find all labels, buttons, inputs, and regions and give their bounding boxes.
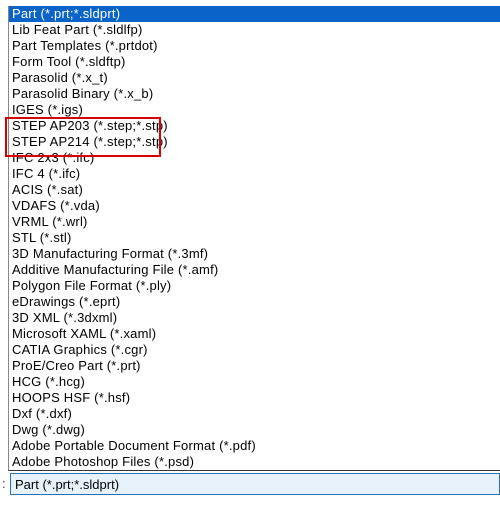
file-type-option[interactable]: eDrawings (*.eprt)	[9, 294, 500, 310]
file-type-combobox[interactable]: Part (*.prt;*.sldprt)	[10, 473, 500, 495]
file-type-option[interactable]: Part Templates (*.prtdot)	[9, 38, 500, 54]
file-type-option[interactable]: 3D Manufacturing Format (*.3mf)	[9, 246, 500, 262]
file-type-option[interactable]: 3D XML (*.3dxml)	[9, 310, 500, 326]
file-type-option[interactable]: Microsoft XAML (*.xaml)	[9, 326, 500, 342]
file-type-option[interactable]: Part (*.prt;*.sldprt)	[9, 6, 500, 22]
file-type-option[interactable]: STEP AP214 (*.step;*.stp)	[9, 134, 500, 150]
file-type-option[interactable]: ACIS (*.sat)	[9, 182, 500, 198]
file-type-option[interactable]: Parasolid Binary (*.x_b)	[9, 86, 500, 102]
file-type-option[interactable]: IFC 4 (*.ifc)	[9, 166, 500, 182]
file-type-option[interactable]: HCG (*.hcg)	[9, 374, 500, 390]
file-type-row: : Part (*.prt;*.sldprt)	[0, 473, 500, 495]
file-type-option[interactable]: STEP AP203 (*.step;*.stp)	[9, 118, 500, 134]
file-type-option[interactable]: Polygon File Format (*.ply)	[9, 278, 500, 294]
file-type-option[interactable]: Adobe Portable Document Format (*.pdf)	[9, 438, 500, 454]
file-type-option[interactable]: Lib Feat Part (*.sldlfp)	[9, 22, 500, 38]
file-type-option[interactable]: ProE/Creo Part (*.prt)	[9, 358, 500, 374]
file-type-option[interactable]: VRML (*.wrl)	[9, 214, 500, 230]
file-type-option[interactable]: Dwg (*.dwg)	[9, 422, 500, 438]
file-type-label-suffix: :	[2, 473, 6, 495]
file-type-option[interactable]: Parasolid (*.x_t)	[9, 70, 500, 86]
file-type-option[interactable]: VDAFS (*.vda)	[9, 198, 500, 214]
file-type-option[interactable]: Form Tool (*.sldftp)	[9, 54, 500, 70]
file-type-option[interactable]: IGES (*.igs)	[9, 102, 500, 118]
file-type-option[interactable]: CATIA Graphics (*.cgr)	[9, 342, 500, 358]
window: Part (*.prt;*.sldprt)Lib Feat Part (*.sl…	[0, 0, 500, 505]
file-type-option[interactable]: Additive Manufacturing File (*.amf)	[9, 262, 500, 278]
file-type-dropdown-list[interactable]: Part (*.prt;*.sldprt)Lib Feat Part (*.sl…	[8, 6, 500, 471]
file-type-option[interactable]: Dxf (*.dxf)	[9, 406, 500, 422]
file-type-option[interactable]: Adobe Illustrator Files (*.ai)	[9, 470, 500, 471]
file-type-option[interactable]: Adobe Photoshop Files (*.psd)	[9, 454, 500, 470]
file-type-option[interactable]: IFC 2x3 (*.ifc)	[9, 150, 500, 166]
file-type-option[interactable]: STL (*.stl)	[9, 230, 500, 246]
file-type-option[interactable]: HOOPS HSF (*.hsf)	[9, 390, 500, 406]
